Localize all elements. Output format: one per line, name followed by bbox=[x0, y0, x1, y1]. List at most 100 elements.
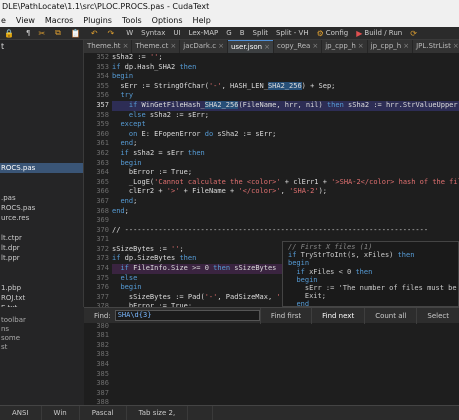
sidebar-file-item[interactable] bbox=[0, 113, 83, 123]
close-icon[interactable]: × bbox=[403, 40, 409, 53]
sidebar-file-item[interactable]: ROCS.pas bbox=[0, 163, 83, 173]
line-number: 358 bbox=[96, 110, 109, 119]
toolbar-button-0[interactable]: 🔒 bbox=[0, 29, 20, 38]
tab-label: user.json bbox=[230, 43, 263, 51]
toolbar-button-16[interactable]: ▶ Build / Run bbox=[352, 29, 406, 38]
editor-tab[interactable]: JPL.StrList × bbox=[413, 40, 459, 53]
toolbar-button-2[interactable]: ✂ bbox=[34, 29, 51, 38]
toolbar-button-3[interactable]: ⧉ bbox=[51, 28, 67, 38]
menu-item-tools[interactable]: Tools bbox=[117, 14, 147, 27]
sidebar-file-item[interactable] bbox=[0, 173, 83, 183]
toolbar-button-7[interactable]: W bbox=[120, 29, 137, 37]
line-number: 380 bbox=[96, 321, 109, 330]
menu-item-help[interactable]: Help bbox=[188, 14, 216, 27]
toolbar-button-13[interactable]: Split bbox=[249, 29, 273, 37]
sidebar-file-item[interactable] bbox=[0, 63, 83, 73]
sidebar-file-item[interactable] bbox=[0, 93, 83, 103]
editor-tab[interactable]: jp_cpp_h × bbox=[322, 40, 367, 53]
popup-line: Exit; bbox=[288, 292, 326, 301]
code-line: except bbox=[120, 120, 146, 129]
toolbar-button-4[interactable]: 📋 bbox=[67, 29, 87, 38]
status-field[interactable]: ANSI bbox=[0, 406, 42, 420]
toolbar-button-1[interactable]: ¶ bbox=[20, 29, 34, 37]
code-line: sSha2 := ''; bbox=[112, 53, 163, 61]
status-field[interactable]: Win bbox=[42, 406, 80, 420]
toolbar-label: ¶ bbox=[25, 29, 31, 37]
menu-item-options[interactable]: Options bbox=[147, 14, 188, 27]
sidebar-file-item[interactable]: lt.ctpr bbox=[0, 233, 83, 243]
toolbar-label: Config bbox=[325, 29, 349, 37]
bottom-panel-item bbox=[0, 307, 84, 316]
close-icon[interactable]: × bbox=[123, 40, 129, 53]
editor-tab[interactable]: copy_Rea × bbox=[273, 40, 322, 53]
cut-icon: ✂ bbox=[38, 28, 46, 38]
sidebar-file-item[interactable]: ROCS.pas bbox=[0, 203, 83, 213]
editor-tabs: Theme.ht × Theme.ct × jacDark.c × user.json × co… bbox=[84, 40, 459, 53]
toolbar-button-9[interactable]: UI bbox=[169, 29, 184, 37]
line-number: 365 bbox=[96, 177, 109, 186]
sidebar-file-item[interactable] bbox=[0, 153, 83, 163]
close-icon[interactable]: × bbox=[358, 40, 364, 53]
toolbar-button-12[interactable]: B bbox=[236, 29, 249, 37]
menu-item-plugins[interactable]: Plugins bbox=[78, 14, 117, 27]
toolbar-button-10[interactable]: Lex-MAP bbox=[185, 29, 223, 37]
sidebar-file-item[interactable]: ROJ.txt bbox=[0, 293, 83, 303]
sidebar-file-item[interactable] bbox=[0, 183, 83, 193]
sidebar-file-item[interactable]: lt.ppr bbox=[0, 253, 83, 263]
toolbar-button-8[interactable]: Syntax bbox=[137, 29, 169, 37]
editor-tab[interactable]: Theme.ht × bbox=[84, 40, 132, 53]
sidebar-file-item[interactable] bbox=[0, 83, 83, 93]
menu-item-view[interactable]: View bbox=[11, 14, 40, 27]
editor-tab[interactable]: jp_cpp_h × bbox=[367, 40, 413, 53]
line-number: 381 bbox=[96, 331, 109, 340]
close-icon[interactable]: × bbox=[170, 40, 176, 53]
sidebar-header: t bbox=[1, 42, 5, 51]
status-field[interactable]: Tab size 2, bbox=[127, 406, 189, 420]
line-number: 363 bbox=[96, 158, 109, 167]
editor-tab[interactable]: jacDark.c × bbox=[180, 40, 227, 53]
sidebar-file-item[interactable]: lt.dpr bbox=[0, 243, 83, 253]
status-field[interactable]: Pascal bbox=[80, 406, 127, 420]
toolbar-button-6[interactable]: ↷ bbox=[104, 29, 121, 38]
sidebar-file-item[interactable] bbox=[0, 53, 83, 63]
sidebar-file-item[interactable] bbox=[0, 143, 83, 153]
bottom-panel-item: ns bbox=[1, 325, 10, 333]
sidebar-file-item[interactable] bbox=[0, 273, 83, 283]
sidebar-file-item[interactable] bbox=[0, 223, 83, 233]
sidebar-file-item[interactable] bbox=[0, 133, 83, 143]
sidebar-file-item[interactable]: urce.res bbox=[0, 213, 83, 223]
editor-tab[interactable]: user.json × bbox=[227, 40, 273, 53]
code-line: if sSha2 = sErr then bbox=[120, 148, 205, 157]
sidebar-file-item[interactable]: 1.pbp bbox=[0, 283, 83, 293]
sidebar-file-item[interactable] bbox=[0, 103, 83, 113]
toolbar-button-14[interactable]: Split - VH bbox=[272, 29, 313, 37]
toolbar-label: Split - VH bbox=[276, 29, 309, 37]
menu-item-e[interactable]: e bbox=[0, 14, 11, 27]
find-next-button[interactable]: Find next bbox=[311, 307, 364, 324]
bottom-panel-item: some bbox=[1, 334, 21, 342]
editor-tab[interactable]: Theme.ct × bbox=[132, 40, 180, 53]
close-icon[interactable]: × bbox=[264, 41, 270, 53]
find-input[interactable]: SHA\d{3} bbox=[114, 310, 260, 321]
menu-item-macros[interactable]: Macros bbox=[40, 14, 78, 27]
toolbar-button-5[interactable]: ↶ bbox=[87, 29, 104, 38]
count-all-button[interactable]: Count all bbox=[364, 307, 416, 324]
select-button[interactable]: Select bbox=[416, 307, 459, 324]
status-field[interactable] bbox=[188, 406, 214, 420]
find-first-button[interactable]: Find first bbox=[259, 307, 311, 324]
line-number: 376 bbox=[96, 283, 109, 292]
code-line: bError := True; bbox=[112, 168, 193, 177]
toolbar-button-17[interactable]: ⟳ bbox=[406, 29, 423, 38]
sidebar-file-item[interactable] bbox=[0, 123, 83, 133]
sidebar-file-item[interactable] bbox=[0, 73, 83, 83]
close-icon[interactable]: × bbox=[312, 40, 318, 53]
popup-line: begin bbox=[296, 275, 318, 284]
close-icon[interactable]: × bbox=[453, 40, 459, 53]
close-icon[interactable]: × bbox=[218, 40, 224, 53]
sidebar-file-item[interactable] bbox=[0, 263, 83, 273]
toolbar-button-15[interactable]: ⚙ Config bbox=[313, 29, 353, 38]
copy-icon: ⧉ bbox=[55, 28, 61, 37]
sidebar-file-item[interactable]: .pas bbox=[0, 193, 83, 203]
code-line: _LogE('Cannot calculate the <color>' + c… bbox=[112, 177, 459, 186]
toolbar-button-11[interactable]: G bbox=[222, 29, 235, 37]
